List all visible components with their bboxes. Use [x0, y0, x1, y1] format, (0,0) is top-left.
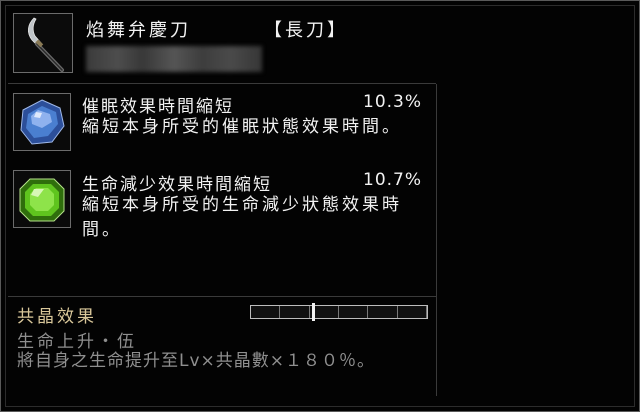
blue-gem-icon [20, 99, 65, 145]
progress-segment [368, 306, 398, 318]
effect-title: 生命減少效果時間縮短 [82, 175, 272, 195]
progress-marker [312, 303, 315, 321]
resonance-description: 將自身之生命提升至Lv×共晶數×１８０％。 [17, 351, 376, 371]
resonance-title: 共晶效果 [17, 307, 97, 327]
progress-segment [251, 306, 281, 318]
item-type: 【長刀】 [264, 20, 348, 41]
item-name: 焰舞弁慶刀 [86, 20, 191, 41]
item-icon-frame [13, 13, 73, 73]
effect-gem-frame [13, 93, 71, 151]
section-divider [8, 296, 436, 297]
effect-value: 10.7% [363, 170, 423, 190]
header-divider [8, 83, 436, 84]
resonance-progress-bar [250, 303, 428, 321]
obscured-text [86, 46, 262, 72]
progress-segment [280, 306, 310, 318]
progress-segment [339, 306, 369, 318]
effect-title: 催眠效果時間縮短 [82, 97, 234, 117]
green-gem-icon [19, 178, 65, 222]
effect-description: 縮短本身所受的生命減少狀態效果時 間。 [82, 195, 402, 240]
progress-segment [398, 306, 427, 318]
column-rule [436, 84, 437, 396]
effect-description: 縮短本身所受的催眠狀態效果時間。 [82, 117, 402, 137]
effect-value: 10.3% [363, 92, 423, 112]
effect-gem-frame [13, 170, 71, 228]
naginata-icon [28, 17, 64, 72]
